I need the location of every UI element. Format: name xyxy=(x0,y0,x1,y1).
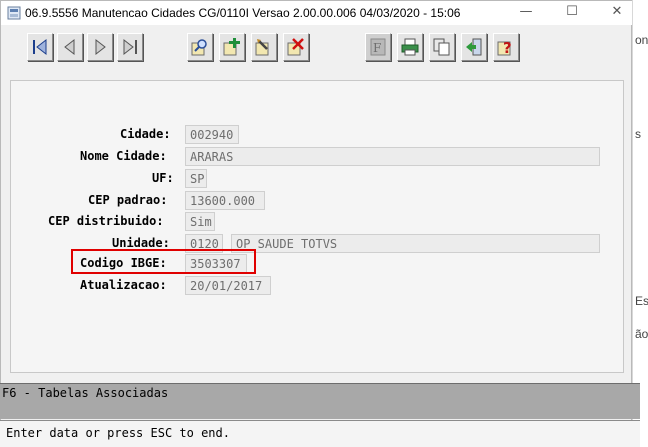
atualizacao-field[interactable]: 20/01/2017 xyxy=(185,276,271,295)
cep-distribuido-field[interactable]: Sim xyxy=(185,212,215,231)
background-text: Es xyxy=(635,294,648,308)
first-record-button[interactable] xyxy=(27,33,53,61)
next-record-icon xyxy=(95,38,106,56)
exit-icon xyxy=(466,38,482,56)
edit-icon xyxy=(255,39,269,56)
next-record-button[interactable] xyxy=(87,33,113,61)
cidade-label: Cidade: xyxy=(120,127,171,141)
previous-record-icon xyxy=(64,38,75,56)
last-record-icon xyxy=(123,38,137,56)
function-key-bar: F6 - Tabelas Associadas xyxy=(0,383,640,419)
filter-icon: F xyxy=(370,38,386,56)
toolbar: F ? xyxy=(13,31,621,67)
search-icon xyxy=(191,39,207,56)
svg-text:?: ? xyxy=(503,39,512,56)
maximize-button[interactable]: ☐ xyxy=(557,1,587,25)
edit-button[interactable] xyxy=(251,33,277,61)
background-text: ão xyxy=(635,327,648,341)
copy-button[interactable] xyxy=(429,33,455,61)
function-key-hint: F6 - Tabelas Associadas xyxy=(2,386,169,400)
help-icon: ? xyxy=(497,39,512,56)
cep-distribuido-label: CEP distribuido: xyxy=(48,214,164,228)
delete-icon xyxy=(287,38,304,56)
title-bar[interactable]: 06.9.5556 Manutencao Cidades CG/0110I Ve… xyxy=(1,1,632,25)
window-title: 06.9.5556 Manutencao Cidades CG/0110I Ve… xyxy=(25,6,461,20)
cidade-field[interactable]: 002940 xyxy=(185,125,239,144)
print-button[interactable] xyxy=(397,33,423,61)
nome-cidade-label: Nome Cidade: xyxy=(80,149,167,163)
status-message: Enter data or press ESC to end. xyxy=(6,426,230,440)
unidade-label: Unidade: xyxy=(112,236,170,250)
add-button[interactable] xyxy=(219,33,245,61)
copy-icon xyxy=(433,38,450,56)
svg-text:F: F xyxy=(373,41,381,55)
background-text: on xyxy=(635,33,648,47)
last-record-button[interactable] xyxy=(117,33,143,61)
first-record-icon xyxy=(33,38,47,56)
add-icon xyxy=(223,38,240,56)
atualizacao-label: Atualizacao: xyxy=(80,278,167,292)
delete-button[interactable] xyxy=(283,33,309,61)
cep-padrao-field[interactable]: 13600.000 xyxy=(185,191,265,210)
uf-field[interactable]: SP xyxy=(185,169,207,188)
background-window: on s Es ão xyxy=(632,0,648,447)
background-text: s xyxy=(635,127,641,141)
uf-label: UF: xyxy=(152,171,174,185)
ibge-highlight-box xyxy=(71,249,256,274)
status-bar: Enter data or press ESC to end. xyxy=(0,420,640,447)
app-window: 06.9.5556 Manutencao Cidades CG/0110I Ve… xyxy=(0,0,632,447)
cep-padrao-label: CEP padrao: xyxy=(88,193,168,207)
minimize-button[interactable]: — xyxy=(511,1,541,25)
exit-button[interactable] xyxy=(461,33,487,61)
search-button[interactable] xyxy=(187,33,213,61)
nome-cidade-field[interactable]: ARARAS xyxy=(185,147,600,166)
app-icon xyxy=(7,6,21,20)
previous-record-button[interactable] xyxy=(57,33,83,61)
close-button[interactable]: ✕ xyxy=(602,1,632,25)
print-icon xyxy=(401,38,419,56)
filter-button[interactable]: F xyxy=(365,33,391,61)
help-button[interactable]: ? xyxy=(493,33,519,61)
unidade-name-field: OP SAUDE TOTVS xyxy=(231,234,600,253)
